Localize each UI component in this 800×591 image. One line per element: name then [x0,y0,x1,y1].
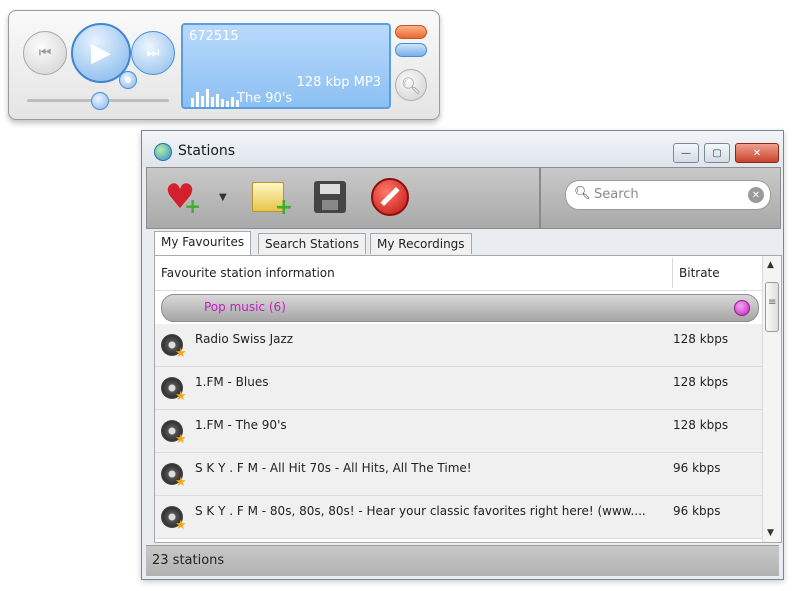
scroll-down-icon[interactable]: ▼ [767,528,774,538]
scroll-thumb[interactable] [765,282,779,332]
folder-icon: + [252,182,293,219]
display-id: 672515 [189,29,239,44]
globe-icon [154,143,172,161]
maximize-icon: ▢ [712,147,722,159]
window-title: Stations [178,143,236,159]
star-icon: ★ [175,389,187,404]
close-pill-button[interactable] [395,25,427,39]
list-item[interactable]: ★ S K Y . F M - All Hit 70s - All Hits, … [155,453,762,496]
tab-search-stations[interactable]: Search Stations [258,233,366,254]
tab-my-recordings[interactable]: My Recordings [370,233,472,254]
floppy-disk-icon [314,181,346,213]
close-icon: ✕ [752,147,762,159]
search-input[interactable] [592,186,746,203]
minimize-button[interactable]: — [673,143,699,163]
search-icon: 🔍︎ [574,186,591,201]
minimize-icon: — [681,147,691,159]
play-icon: ▶ [91,38,111,68]
display-station: The 90's [237,91,293,106]
plus-icon: + [274,195,293,220]
equalizer-bar [221,99,224,107]
delete-button[interactable] [369,176,411,218]
no-entry-icon [371,178,409,216]
dropdown-caret-icon[interactable]: ▼ [219,192,227,203]
toolbar-divider [539,168,541,228]
equalizer-bar [211,97,214,107]
group-label: Pop music (6) [204,300,286,314]
status-bar: 23 stations [146,545,779,576]
station-name: S K Y . F M - 80s, 80s, 80s! - Hear your… [195,504,646,518]
save-button[interactable] [309,176,351,218]
tab-my-favourites[interactable]: My Favourites [154,231,252,255]
mini-player: ⏮ ▶ ⏭ 672515 128 kbp MP3 The 90's 🔍︎ [8,10,440,120]
equalizer-bars [191,87,241,107]
toolbar: ♥+ ▼ + 🔍︎ ✕ [146,167,781,229]
close-button[interactable]: ✕ [735,143,779,163]
star-icon: ★ [175,432,187,447]
station-name: Radio Swiss Jazz [195,332,294,346]
column-header-info[interactable]: Favourite station information [161,266,335,280]
next-button[interactable]: ⏭ [131,31,175,75]
station-bitrate: 128 kbps [673,375,729,389]
equalizer-bar [206,89,209,107]
station-bitrate: 96 kbps [673,461,721,475]
equalizer-bar [191,98,194,107]
minimize-pill-button[interactable] [395,43,427,57]
list-item[interactable]: ★ 1.FM - The 90's 128 kbps [155,410,762,453]
star-icon: ★ [175,475,187,490]
station-name: 1.FM - Blues [195,375,269,389]
equalizer-bar [196,92,199,107]
previous-icon: ⏮ [38,45,52,61]
clear-search-icon[interactable]: ✕ [748,187,764,203]
station-bitrate: 128 kbps [673,332,729,346]
stations-window: Stations — ▢ ✕ ♥+ ▼ + 🔍︎ ✕ My Favourites… [141,130,784,580]
station-name: S K Y . F M - All Hit 70s - All Hits, Al… [195,461,472,475]
column-divider [672,258,673,288]
next-icon: ⏭ [146,45,160,61]
search-box[interactable]: 🔍︎ ✕ [565,180,771,210]
station-count: 23 stations [152,553,225,568]
list-item[interactable]: ★ Radio Swiss Jazz 128 kbps [155,324,762,367]
equalizer-bar [231,97,234,107]
vertical-scrollbar[interactable]: ▲ ▼ [762,256,781,542]
station-bitrate: 128 kbps [673,418,729,432]
collapse-toggle-icon[interactable] [734,300,750,316]
plus-icon: + [184,194,201,218]
list-header: Favourite station information Bitrate [155,256,762,291]
add-folder-button[interactable]: + [247,176,293,219]
magnifier-icon: 🔍︎ [400,75,422,95]
volume-slider-thumb[interactable] [91,92,109,110]
station-bitrate: 96 kbps [673,504,721,518]
star-icon: ★ [175,518,187,533]
search-player-button[interactable]: 🔍︎ [395,69,427,101]
list-item[interactable]: ★ S K Y . F M - 80s, 80s, 80s! - Hear yo… [155,496,762,539]
display-bitrate: 128 kbp MP3 [296,75,381,90]
favourites-list: Favourite station information Bitrate Po… [154,255,782,543]
group-header[interactable]: Pop music (6) [161,294,759,322]
options-button[interactable] [119,71,137,89]
column-header-bitrate[interactable]: Bitrate [679,266,720,280]
maximize-button[interactable]: ▢ [704,143,730,163]
list-item[interactable]: ★ 1.FM - Blues 128 kbps [155,367,762,410]
equalizer-bar [201,96,204,107]
now-playing-display: 672515 128 kbp MP3 The 90's [181,23,391,109]
previous-button[interactable]: ⏮ [23,31,67,75]
equalizer-bar [226,101,229,107]
title-bar: Stations — ▢ ✕ [142,131,783,167]
star-icon: ★ [175,346,187,361]
scroll-up-icon[interactable]: ▲ [767,260,774,270]
equalizer-bar [216,94,219,107]
station-name: 1.FM - The 90's [195,418,287,432]
add-favourite-button[interactable]: ♥ + [159,176,201,218]
